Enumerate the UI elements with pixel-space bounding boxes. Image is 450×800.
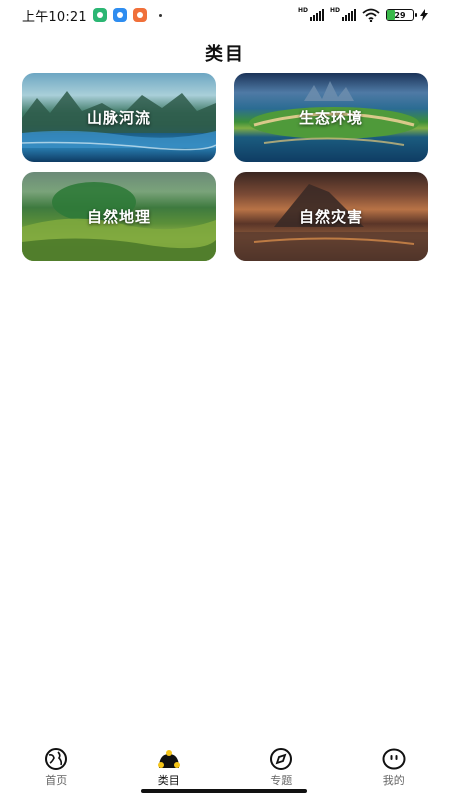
nav-label: 专题	[270, 774, 293, 787]
network-type-label: HD	[298, 7, 309, 14]
bottom-nav: 首页 类目 专题 我的	[0, 745, 450, 790]
category-card-mountains-rivers[interactable]: 山脉河流	[22, 73, 216, 162]
home-indicator[interactable]	[141, 789, 307, 793]
status-left: 上午10:21	[22, 6, 162, 25]
nav-item-category[interactable]: 类目	[113, 745, 226, 790]
cell-signal-icon: HD	[330, 7, 356, 21]
status-bar: 上午10:21 HD HD 29	[0, 0, 450, 30]
nav-label: 我的	[382, 774, 405, 787]
category-grid: 山脉河流 生态环境 自然地理 自然灾害	[22, 73, 428, 261]
globe-icon	[44, 748, 68, 770]
charging-bolt-icon	[420, 9, 428, 21]
nav-label: 类目	[157, 774, 180, 787]
app-notification-icon	[112, 8, 127, 22]
network-type-label: HD	[330, 7, 341, 14]
category-icon	[157, 748, 181, 770]
status-time: 上午10:21	[22, 9, 87, 25]
app-notification-icon	[92, 8, 107, 22]
category-card-ecology[interactable]: 生态环境	[234, 73, 428, 162]
status-right: HD HD 29	[298, 7, 428, 22]
battery-icon: 29	[386, 9, 417, 21]
wifi-icon	[362, 8, 380, 22]
nav-item-home[interactable]: 首页	[0, 745, 113, 790]
app-notification-icon	[132, 8, 147, 22]
category-label: 自然灾害	[298, 208, 363, 226]
nav-item-topics[interactable]: 专题	[225, 745, 338, 790]
battery-level: 29	[394, 10, 406, 20]
page-title: 类目	[205, 44, 245, 65]
category-label: 山脉河流	[86, 109, 151, 127]
profile-face-icon	[382, 748, 406, 770]
more-notifications-icon	[158, 13, 162, 17]
nav-label: 首页	[45, 774, 68, 787]
compass-icon	[269, 748, 293, 770]
category-label: 自然地理	[86, 208, 151, 226]
nav-item-profile[interactable]: 我的	[338, 745, 450, 790]
category-card-natural-disasters[interactable]: 自然灾害	[234, 172, 428, 261]
cell-signal-icon: HD	[298, 7, 324, 21]
category-label: 生态环境	[298, 109, 363, 127]
category-card-physical-geography[interactable]: 自然地理	[22, 172, 216, 261]
